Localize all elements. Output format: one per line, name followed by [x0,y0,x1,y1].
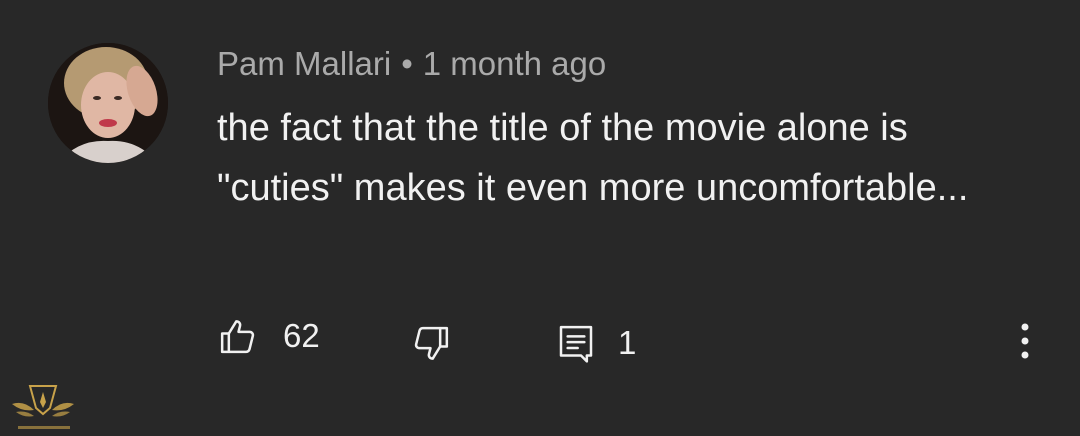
dislike-button[interactable] [411,324,451,364]
avatar-photo [48,43,168,163]
comment-body: the fact that the title of the movie alo… [217,107,969,209]
watermark-logo [8,382,78,436]
thumb-up-icon [220,320,255,354]
crest-logo-icon [12,385,74,429]
more-vertical-icon [1021,323,1029,359]
comment-reply-icon [559,325,593,363]
thumb-down-icon [414,326,449,360]
avatar[interactable] [48,43,168,163]
more-options-button[interactable] [1012,322,1038,362]
comment-meta: Pam Mallari • 1 month ago [217,44,606,84]
comment-timestamp[interactable]: 1 month ago [423,45,606,82]
reply-button[interactable]: 1 [556,322,636,364]
like-count: 62 [283,317,320,354]
author-name[interactable]: Pam Mallari [217,45,391,82]
like-button[interactable]: 62 [218,316,320,356]
meta-separator: • [401,45,413,82]
reply-count: 1 [618,324,637,361]
